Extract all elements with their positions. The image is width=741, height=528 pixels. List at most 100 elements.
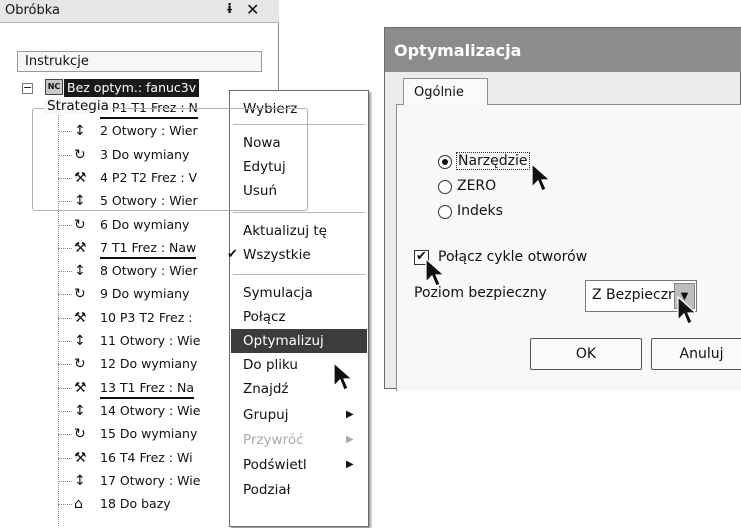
drill-cycle-icon: ↕ [74,263,86,280]
tree-root-item[interactable]: Bez optym.: fanuc3v [64,79,200,97]
tree-item-label: 12 Do wymiany [100,356,198,372]
tree-branch-line [58,271,72,273]
drill-cycle-icon: ↕ [74,472,86,489]
submenu-arrow-icon: ▶ [346,434,354,445]
nc-program-icon: NC [45,79,63,95]
tab-general[interactable]: Ogólnie [403,78,488,105]
close-icon[interactable]: ✕ [246,0,259,19]
tree-item-label: 15 Do wymiany [100,426,198,442]
mouse-cursor-icon [531,163,552,192]
tree-item-label: 18 Do bazy [100,496,171,512]
strategy-group [32,108,308,211]
panel-header: Obróbka ɨ ✕ [0,0,279,23]
tree-item[interactable]: ↕ 8 Otwory : Wier [58,261,238,281]
tool-change-icon: ↻ [74,426,86,443]
tree-item[interactable]: ↕ 11 Otwory : Wie [58,331,238,351]
tree-item[interactable]: ⌂ 18 Do bazy [58,494,238,514]
tree-item[interactable]: ↻ 9 Do wymiany [58,284,238,304]
tree-item-label: 10 P3 T2 Frez : [100,309,193,325]
drill-cycle-icon: ↕ [74,402,86,419]
tree-branch-line [58,317,72,319]
radio-narzedzie-label[interactable]: Narzędzie [456,152,530,170]
tree-branch-line [58,341,72,342]
tree-item[interactable]: ⚒ 13 T1 Frez : Na [58,378,238,399]
tree-item-label: 13 T1 Frez : Na [100,379,195,399]
tool-change-icon: ↻ [74,216,86,233]
radio-indeks[interactable] [438,205,452,219]
drill-cycle-icon: ↕ [74,333,86,349]
menu-item[interactable]: Grupuj ▶ [231,403,367,427]
radio-zero[interactable] [438,180,452,194]
instructions-column-header[interactable]: Instrukcje [17,51,262,72]
panel-title: Obróbka [5,3,61,18]
radio-indeks-label[interactable]: Indeks [457,203,503,219]
tree-item-label: 14 Otwory : Wie [100,402,201,418]
menu-item[interactable]: Optymalizuj [231,329,367,353]
dialog-title-bar[interactable]: Optymalizacja [385,28,741,72]
tree-branch-line [58,504,72,506]
menu-item-label: Połącz [243,309,286,325]
radio-narzedzie[interactable] [438,155,452,169]
strategy-group-title: Strategia [44,98,112,114]
tree-item[interactable]: ↻ 12 Do wymiany [58,354,238,374]
cancel-button[interactable]: Anuluj [651,338,741,370]
menu-item[interactable]: Podświetl ▶ [231,453,367,477]
cutter-tool-icon: ⚒ [74,239,87,256]
safety-level-value: Z Bezpieczny [592,287,674,303]
submenu-arrow-icon: ▶ [346,409,354,420]
cutter-tool-icon: ⚒ [74,449,87,466]
tree-item[interactable]: ⚒ 16 T4 Frez : Wi [58,448,238,468]
tool-change-icon: ↻ [74,356,86,373]
menu-separator [233,212,365,213]
menu-item-label: Podświetl [243,457,307,473]
tree-item-label: 7 T1 Frez : Naw [100,239,197,259]
tree-item-label: 17 Otwory : Wie [100,472,201,488]
menu-separator [233,274,365,275]
menu-item-label: Do pliku [243,357,298,373]
tree-branch-line [58,387,72,389]
tree-item[interactable]: ↕ 14 Otwory : Wie [58,401,238,421]
tree-branch-line [58,224,72,226]
instructions-header-label: Instrukcje [25,54,89,69]
menu-item[interactable]: ✔ Wszystkie [227,243,367,267]
mouse-cursor-icon [333,362,354,391]
tree-branch-line [58,247,72,249]
menu-item[interactable]: Przywróć ▶ [231,428,367,452]
menu-item[interactable]: Symulacja [231,281,367,305]
mouse-cursor-icon [425,258,446,287]
ok-button[interactable]: OK [530,338,642,370]
tree-item[interactable]: ↕ 17 Otwory : Wie [58,471,238,491]
mouse-cursor-icon [677,296,698,325]
cutter-tool-icon: ⚒ [74,379,87,396]
cutter-tool-icon: ⚒ [74,309,87,326]
safety-level-label: Poziom bezpieczny [414,285,547,301]
home-position-icon: ⌂ [74,496,83,513]
tool-change-icon: ↻ [74,286,86,303]
dialog-title: Optymalizacja [394,41,522,60]
menu-item[interactable]: Aktualizuj tę [231,219,367,243]
menu-item-label: Znajdź [243,381,289,397]
submenu-arrow-icon: ▶ [346,459,354,470]
tree-item[interactable]: ↻ 6 Do wymiany [58,215,238,235]
tree-item[interactable]: ⚒ 7 T1 Frez : Naw [58,238,238,259]
menu-item[interactable]: Połącz [231,305,367,329]
tree-item[interactable]: ⚒ 10 P3 T2 Frez : [58,308,238,328]
radio-zero-label[interactable]: ZERO [457,178,496,194]
menu-item-label: Grupuj [243,407,289,423]
tree-branch-line [58,410,72,412]
menu-item-label: Optymalizuj [243,333,324,349]
combine-holes-label[interactable]: Połącz cykle otworów [438,249,587,265]
menu-item[interactable]: Podział [231,478,367,502]
tree-branch-line [58,480,72,482]
tree-item[interactable]: ↻ 15 Do wymiany [58,424,238,444]
tree-item-label: 16 T4 Frez : Wi [100,449,193,465]
collapse-toggle-icon[interactable]: − [22,82,33,94]
tree-item-label: 6 Do wymiany [100,216,190,232]
optimization-dialog: Optymalizacja Ogólnie [384,27,741,391]
tree-branch-line [58,364,72,366]
pin-icon[interactable]: ɨ [226,2,233,17]
tree-branch-line [58,434,72,436]
menu-item-label: Przywróć [243,432,304,448]
menu-item-label: Aktualizuj tę [243,223,327,239]
tree-branch-line [58,457,72,459]
